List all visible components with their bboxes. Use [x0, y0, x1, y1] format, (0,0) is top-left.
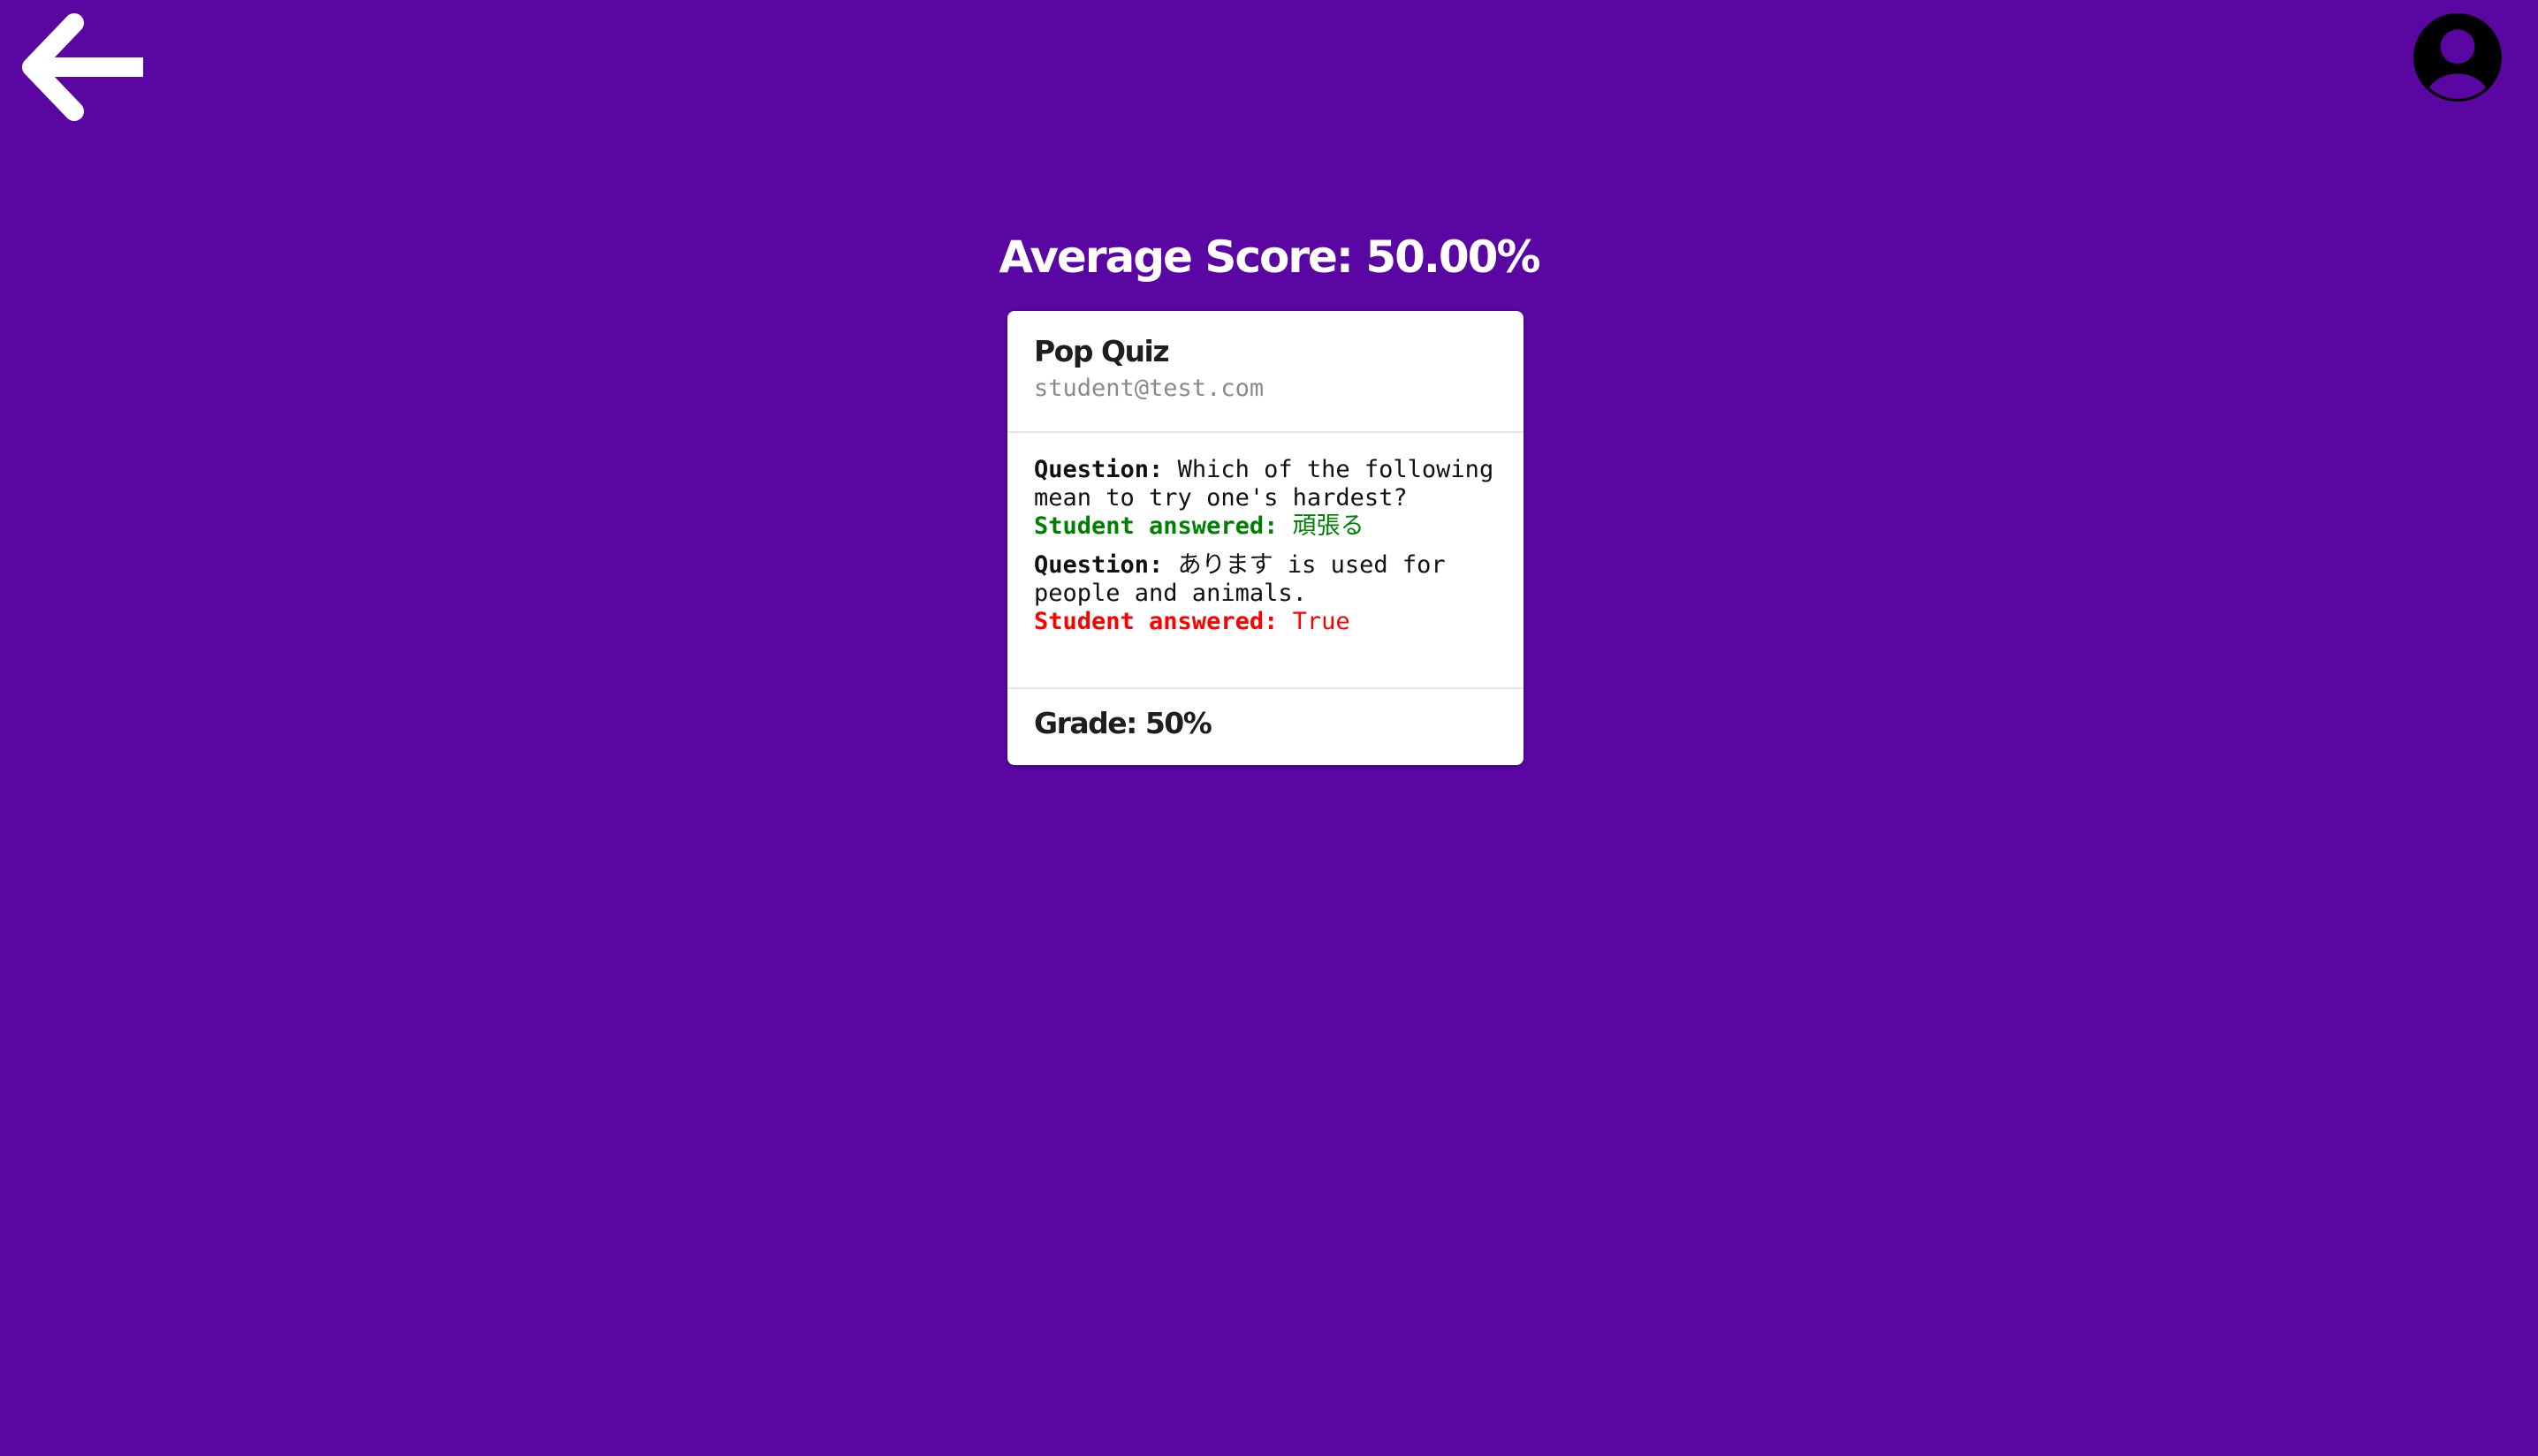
answer-label: Student answered:: [1034, 512, 1279, 540]
answer-line-incorrect: Student answered: True: [1034, 608, 1497, 636]
answer-label: Student answered:: [1034, 608, 1279, 635]
question-label: Question:: [1034, 551, 1164, 579]
answer-line-correct: Student answered: 頑張る: [1034, 512, 1497, 541]
question-item: Question: あります is used for people and an…: [1034, 551, 1497, 636]
card-header: Pop Quiz student@test.com: [1007, 311, 1524, 433]
average-score-heading: Average Score: 50.00%: [999, 231, 1540, 283]
question-item: Question: Which of the following mean to…: [1034, 456, 1497, 541]
user-circle-icon: [2413, 13, 2502, 102]
submission-card: Pop Quiz student@test.com Question: Whic…: [1007, 311, 1524, 765]
grade-text: Grade: 50%: [1034, 706, 1212, 740]
question-label: Question:: [1034, 456, 1164, 483]
card-footer: Grade: 50%: [1007, 689, 1524, 746]
arrow-left-icon: [22, 13, 143, 121]
card-body: Question: Which of the following mean to…: [1007, 433, 1524, 689]
quiz-title: Pop Quiz: [1034, 334, 1170, 368]
student-email: student@test.com: [1034, 375, 1265, 402]
back-button[interactable]: [19, 9, 143, 125]
question-line: Question: Which of the following mean to…: [1034, 456, 1497, 512]
answer-text: True: [1292, 608, 1350, 635]
profile-button[interactable]: [2413, 12, 2503, 102]
question-line: Question: あります is used for people and an…: [1034, 551, 1497, 608]
answer-text: 頑張る: [1292, 512, 1364, 540]
